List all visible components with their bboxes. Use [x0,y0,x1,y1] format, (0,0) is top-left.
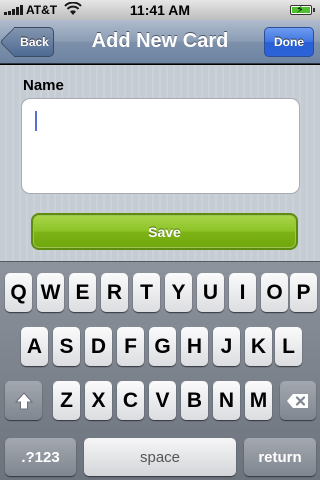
text-cursor [35,111,37,131]
key-t[interactable]: T [133,273,160,312]
key-o[interactable]: O [261,273,288,312]
key-c[interactable]: C [117,381,144,420]
key-w[interactable]: W [37,273,64,312]
keyboard: Q W E R T Y U I O P A S D F G H J K L Z … [0,261,320,480]
navigation-bar: Back Add New Card Done [0,20,320,64]
status-time: 11:41 AM [129,2,191,18]
key-b[interactable]: B [181,381,208,420]
page-title: Add New Card [91,30,229,52]
key-d[interactable]: D [85,327,112,366]
status-bar: AT&T 11:41 AM ⚡ [0,0,320,20]
key-i[interactable]: I [229,273,256,312]
save-button[interactable]: Save [31,213,298,250]
key-g[interactable]: G [149,327,176,366]
key-v[interactable]: V [149,381,176,420]
delete-key[interactable] [280,381,316,420]
key-n[interactable]: N [213,381,240,420]
key-f[interactable]: F [117,327,144,366]
shift-key[interactable] [5,381,42,420]
key-l[interactable]: L [275,327,302,366]
space-key[interactable]: space [84,438,236,476]
key-s[interactable]: S [53,327,80,366]
key-h[interactable]: H [181,327,208,366]
key-m[interactable]: M [245,381,272,420]
back-button[interactable]: Back [14,27,54,57]
done-button[interactable]: Done [264,27,314,57]
numbers-key[interactable]: .?123 [5,438,76,476]
name-label: Name [23,77,64,94]
key-e[interactable]: E [69,273,96,312]
backspace-icon [287,393,308,408]
key-y[interactable]: Y [165,273,192,312]
name-input[interactable] [21,98,300,194]
battery-charging-icon: ⚡ [290,4,315,16]
key-q[interactable]: Q [5,273,32,312]
key-a[interactable]: A [21,327,48,366]
key-z[interactable]: Z [53,381,80,420]
key-r[interactable]: R [101,273,128,312]
shift-arrow-icon [14,391,33,409]
key-p[interactable]: P [290,273,317,312]
key-k[interactable]: K [245,327,272,366]
key-j[interactable]: J [213,327,240,366]
key-x[interactable]: X [85,381,112,420]
form-area: Name Save [0,65,320,261]
return-key[interactable]: return [244,438,316,476]
key-u[interactable]: U [197,273,224,312]
